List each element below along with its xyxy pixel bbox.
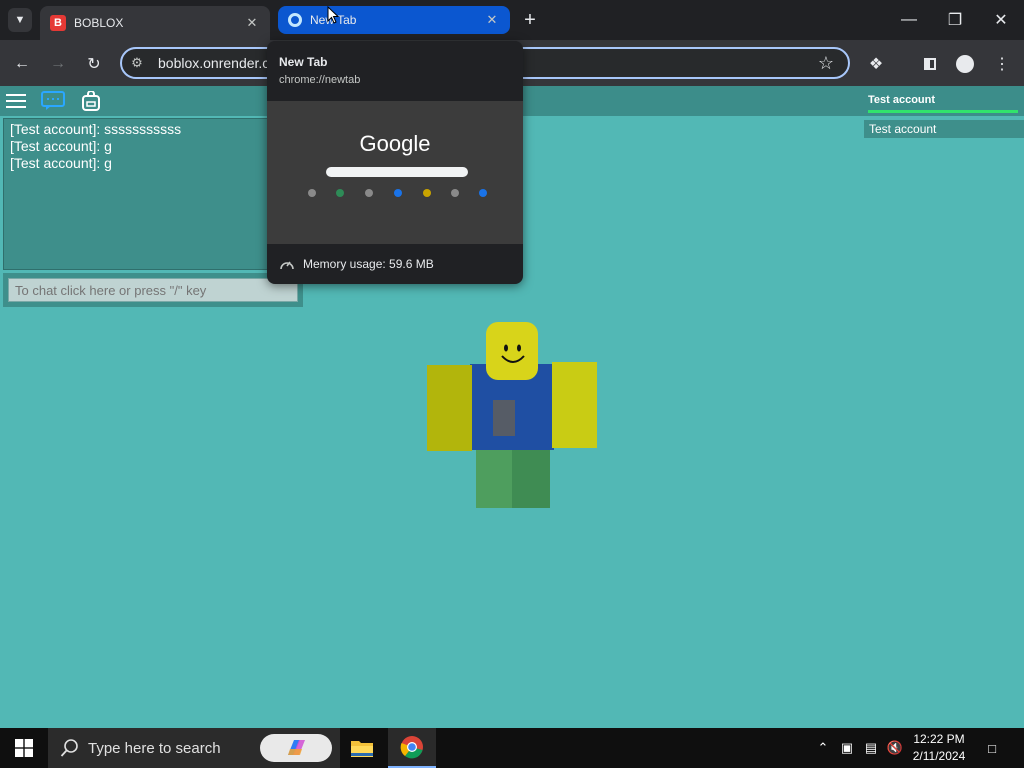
chevron-up-icon: ⌃ bbox=[817, 740, 829, 755]
chrome-icon bbox=[400, 736, 423, 759]
backpack-button[interactable] bbox=[79, 90, 103, 112]
tab-preview-thumbnail: Google bbox=[267, 101, 523, 244]
chat-message: [Test account]: sssssssssss bbox=[10, 121, 182, 137]
shortcut-icon bbox=[365, 189, 373, 197]
new-tab-button[interactable]: + bbox=[518, 8, 542, 32]
cursor-icon bbox=[327, 6, 339, 24]
reload-button[interactable]: ↻ bbox=[82, 52, 106, 76]
network-icon[interactable]: ▤ bbox=[861, 738, 881, 758]
shortcut-icon bbox=[394, 189, 402, 197]
character-shirt-logo bbox=[493, 400, 515, 436]
gauge-icon bbox=[280, 261, 294, 270]
shortcut-icon bbox=[336, 189, 344, 197]
leaderboard-player[interactable]: Test account bbox=[864, 120, 1024, 138]
chrome-taskbar-button[interactable] bbox=[388, 728, 436, 768]
leaderboard-header: Test account bbox=[868, 94, 936, 106]
tab-title: BOBLOX bbox=[74, 16, 124, 30]
clock-date: 2/11/2024 bbox=[912, 749, 966, 763]
profile-button[interactable] bbox=[953, 52, 977, 76]
chat-toggle-button[interactable] bbox=[41, 90, 65, 112]
puzzle-icon: ❖ bbox=[868, 56, 884, 73]
google-logo: Google bbox=[359, 131, 431, 156]
back-button[interactable]: ← bbox=[10, 52, 34, 76]
minimize-icon: — bbox=[901, 11, 917, 28]
search-icon bbox=[60, 739, 78, 757]
tab-search-button[interactable]: ▼ bbox=[8, 8, 32, 32]
show-hidden-icons-button[interactable]: ⌃ bbox=[813, 738, 833, 758]
start-button[interactable] bbox=[0, 728, 48, 768]
copilot-icon bbox=[288, 740, 305, 755]
notification-center-button[interactable]: □ bbox=[982, 738, 1002, 758]
tab-hover-card: New Tab chrome://newtab Google Memory us… bbox=[267, 41, 523, 284]
shortcut-icon bbox=[479, 189, 487, 197]
health-bar bbox=[868, 110, 1018, 113]
address-text: boblox.onrender.c bbox=[158, 55, 270, 71]
meet-now-icon[interactable]: ▣ bbox=[837, 738, 857, 758]
shortcut-icon bbox=[308, 189, 316, 197]
character-right-arm bbox=[552, 362, 597, 448]
chat-icon bbox=[41, 91, 65, 110]
restore-icon: ❐ bbox=[947, 12, 963, 29]
close-icon[interactable]: ✕ bbox=[244, 15, 260, 31]
shortcut-icon bbox=[451, 189, 459, 197]
close-window-button[interactable]: ✕ bbox=[978, 0, 1024, 40]
copilot-button[interactable] bbox=[260, 734, 332, 762]
arrow-left-icon: ← bbox=[14, 55, 30, 72]
tab-new-tab[interactable]: New Tab ✕ bbox=[278, 6, 510, 34]
game-menu-button[interactable] bbox=[4, 90, 28, 112]
chrome-icon bbox=[288, 13, 302, 27]
chat-log: [Test account]: sssssssssss [Test accoun… bbox=[3, 118, 299, 270]
folder-icon bbox=[351, 741, 373, 757]
search-placeholder: Type here to search bbox=[88, 739, 221, 757]
character-right-leg bbox=[512, 446, 550, 508]
side-panel-button[interactable] bbox=[918, 52, 942, 76]
minimize-button[interactable]: — bbox=[886, 0, 932, 40]
avatar-icon bbox=[956, 55, 974, 73]
chat-message: [Test account]: g bbox=[10, 138, 112, 154]
hamburger-icon bbox=[6, 94, 26, 108]
plus-icon: + bbox=[524, 8, 536, 31]
chat-message: [Test account]: g bbox=[10, 155, 112, 171]
tab-boblox[interactable]: B BOBLOX ✕ bbox=[40, 6, 270, 40]
backpack-icon bbox=[82, 91, 100, 111]
chevron-down-icon: ▼ bbox=[14, 14, 26, 26]
more-vert-icon: ⋮ bbox=[994, 56, 1010, 73]
hover-card-url: chrome://newtab bbox=[279, 74, 361, 86]
character-left-arm bbox=[427, 365, 472, 451]
notification-icon: □ bbox=[988, 740, 996, 756]
character-left-leg bbox=[476, 446, 512, 508]
close-icon[interactable]: ✕ bbox=[484, 12, 500, 28]
restore-button[interactable]: ❐ bbox=[932, 0, 978, 40]
site-info-icon[interactable]: ⚙ bbox=[128, 54, 146, 72]
hover-card-title: New Tab bbox=[279, 55, 328, 69]
file-explorer-button[interactable] bbox=[338, 728, 386, 768]
system-clock[interactable]: 12:22 PM 2/11/2024 bbox=[905, 731, 973, 765]
boblox-logo-icon: B bbox=[50, 15, 66, 31]
clock-time: 12:22 PM bbox=[913, 732, 965, 746]
windows-logo-icon bbox=[15, 739, 33, 757]
extensions-button[interactable]: ❖ bbox=[864, 52, 888, 76]
bookmark-star-icon[interactable]: ☆ bbox=[814, 52, 838, 74]
menu-button[interactable]: ⋮ bbox=[990, 52, 1014, 76]
side-panel-icon bbox=[924, 58, 936, 70]
arrow-right-icon: → bbox=[50, 55, 66, 72]
chat-input[interactable] bbox=[8, 278, 298, 302]
forward-button[interactable]: → bbox=[46, 52, 70, 76]
smiley-face-icon bbox=[501, 344, 525, 363]
shortcut-icon bbox=[423, 189, 431, 197]
reload-icon: ↻ bbox=[87, 56, 101, 73]
hover-card-footer: Memory usage: 59.6 MB bbox=[267, 244, 523, 284]
volume-muted-icon[interactable]: 🔇 bbox=[885, 738, 905, 758]
close-icon: ✕ bbox=[994, 12, 1008, 29]
memory-usage: Memory usage: 59.6 MB bbox=[303, 257, 434, 271]
preview-search-bar bbox=[326, 167, 468, 177]
